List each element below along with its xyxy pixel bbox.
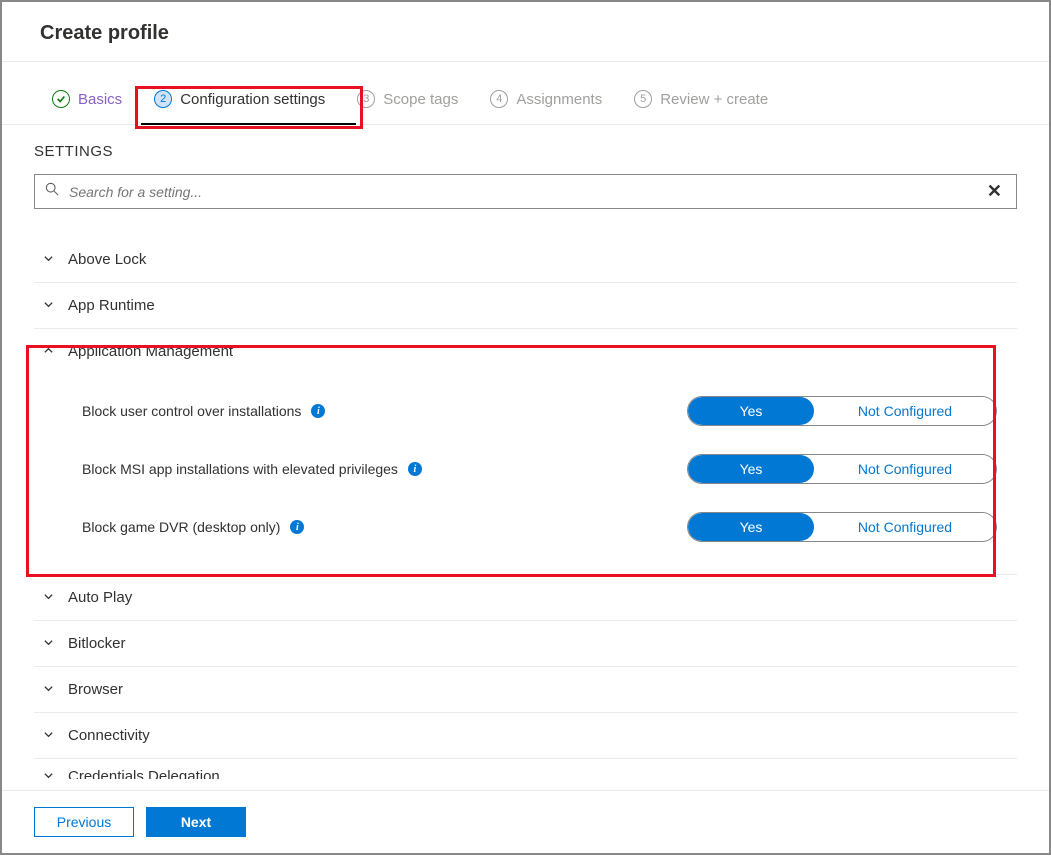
category-auto-play: Auto Play bbox=[34, 575, 1017, 621]
search-box[interactable]: ✕ bbox=[34, 174, 1017, 209]
category-application-management: Application Management Block user contro… bbox=[34, 329, 1017, 575]
category-credentials-delegation[interactable]: Credentials Delegation bbox=[34, 759, 1017, 779]
chevron-down-icon bbox=[42, 681, 54, 698]
category-browser: Browser bbox=[34, 667, 1017, 713]
tab-review-label: Review + create bbox=[660, 91, 768, 108]
chevron-down-icon bbox=[42, 727, 54, 744]
search-icon bbox=[45, 182, 59, 201]
toggle-option-not-configured[interactable]: Not Configured bbox=[814, 513, 996, 541]
category-header-browser[interactable]: Browser bbox=[34, 667, 1017, 712]
step-badge-4: 4 bbox=[490, 90, 508, 108]
info-icon[interactable]: i bbox=[290, 520, 304, 534]
chevron-down-icon bbox=[42, 251, 54, 268]
step-badge-5: 5 bbox=[634, 90, 652, 108]
category-label: Application Management bbox=[68, 343, 233, 360]
step-badge-2: 2 bbox=[154, 90, 172, 108]
setting-row-block-game-dvr: Block game DVR (desktop only) i Yes Not … bbox=[82, 498, 1017, 556]
toggle-option-yes[interactable]: Yes bbox=[688, 397, 814, 425]
tab-configuration-settings[interactable]: 2 Configuration settings bbox=[142, 82, 337, 116]
page-header: Create profile bbox=[2, 2, 1049, 62]
category-header-bitlocker[interactable]: Bitlocker bbox=[34, 621, 1017, 666]
category-header-connectivity[interactable]: Connectivity bbox=[34, 713, 1017, 758]
active-tab-underline bbox=[141, 123, 356, 125]
tab-assignments[interactable]: 4 Assignments bbox=[478, 82, 614, 116]
tab-assignments-label: Assignments bbox=[516, 91, 602, 108]
setting-row-block-user-control: Block user control over installations i … bbox=[82, 382, 1017, 440]
previous-button[interactable]: Previous bbox=[34, 807, 134, 837]
setting-row-block-msi: Block MSI app installations with elevate… bbox=[82, 440, 1017, 498]
settings-categories: Above Lock App Runtime Application Manag… bbox=[2, 229, 1049, 779]
info-icon[interactable]: i bbox=[408, 462, 422, 476]
category-label: Bitlocker bbox=[68, 635, 126, 652]
category-label: Above Lock bbox=[68, 251, 146, 268]
setting-label: Block MSI app installations with elevate… bbox=[82, 461, 398, 477]
category-bitlocker: Bitlocker bbox=[34, 621, 1017, 667]
category-label: Credentials Delegation bbox=[68, 768, 220, 780]
category-header-auto-play[interactable]: Auto Play bbox=[34, 575, 1017, 620]
category-label: Connectivity bbox=[68, 727, 150, 744]
toggle-block-msi[interactable]: Yes Not Configured bbox=[687, 454, 997, 484]
toggle-option-not-configured[interactable]: Not Configured bbox=[814, 397, 996, 425]
chevron-up-icon bbox=[42, 343, 54, 360]
tab-basics[interactable]: Basics bbox=[40, 82, 134, 116]
search-input[interactable] bbox=[69, 184, 973, 200]
tab-review-create[interactable]: 5 Review + create bbox=[622, 82, 780, 116]
next-button[interactable]: Next bbox=[146, 807, 246, 837]
wizard-tabs: Basics 2 Configuration settings 3 Scope … bbox=[2, 62, 1049, 125]
toggle-block-user-control[interactable]: Yes Not Configured bbox=[687, 396, 997, 426]
setting-label: Block game DVR (desktop only) bbox=[82, 519, 280, 535]
tab-scope-tags[interactable]: 3 Scope tags bbox=[345, 82, 470, 116]
category-header-above-lock[interactable]: Above Lock bbox=[34, 237, 1017, 282]
chevron-down-icon bbox=[42, 635, 54, 652]
search-wrapper: ✕ bbox=[2, 174, 1049, 229]
chevron-down-icon bbox=[42, 589, 54, 606]
chevron-down-icon bbox=[42, 297, 54, 314]
toggle-option-yes[interactable]: Yes bbox=[688, 455, 814, 483]
setting-label: Block user control over installations bbox=[82, 403, 301, 419]
tab-config-label: Configuration settings bbox=[180, 91, 325, 108]
page-title: Create profile bbox=[40, 22, 1017, 45]
category-above-lock: Above Lock bbox=[34, 237, 1017, 283]
settings-section-label: SETTINGS bbox=[2, 125, 1049, 174]
category-label: App Runtime bbox=[68, 297, 155, 314]
category-connectivity: Connectivity bbox=[34, 713, 1017, 759]
wizard-footer: Previous Next bbox=[2, 790, 1049, 853]
toggle-block-game-dvr[interactable]: Yes Not Configured bbox=[687, 512, 997, 542]
toggle-option-yes[interactable]: Yes bbox=[688, 513, 814, 541]
tab-scope-label: Scope tags bbox=[383, 91, 458, 108]
category-header-app-runtime[interactable]: App Runtime bbox=[34, 283, 1017, 328]
clear-search-icon[interactable]: ✕ bbox=[983, 181, 1006, 202]
checkmark-icon bbox=[52, 90, 70, 108]
chevron-down-icon bbox=[42, 768, 54, 780]
category-label: Browser bbox=[68, 681, 123, 698]
category-app-runtime: App Runtime bbox=[34, 283, 1017, 329]
toggle-option-not-configured[interactable]: Not Configured bbox=[814, 455, 996, 483]
category-label: Auto Play bbox=[68, 589, 132, 606]
category-body-app-mgmt: Block user control over installations i … bbox=[34, 374, 1017, 574]
category-header-app-mgmt[interactable]: Application Management bbox=[34, 329, 1017, 374]
tab-basics-label: Basics bbox=[78, 91, 122, 108]
info-icon[interactable]: i bbox=[311, 404, 325, 418]
step-badge-3: 3 bbox=[357, 90, 375, 108]
